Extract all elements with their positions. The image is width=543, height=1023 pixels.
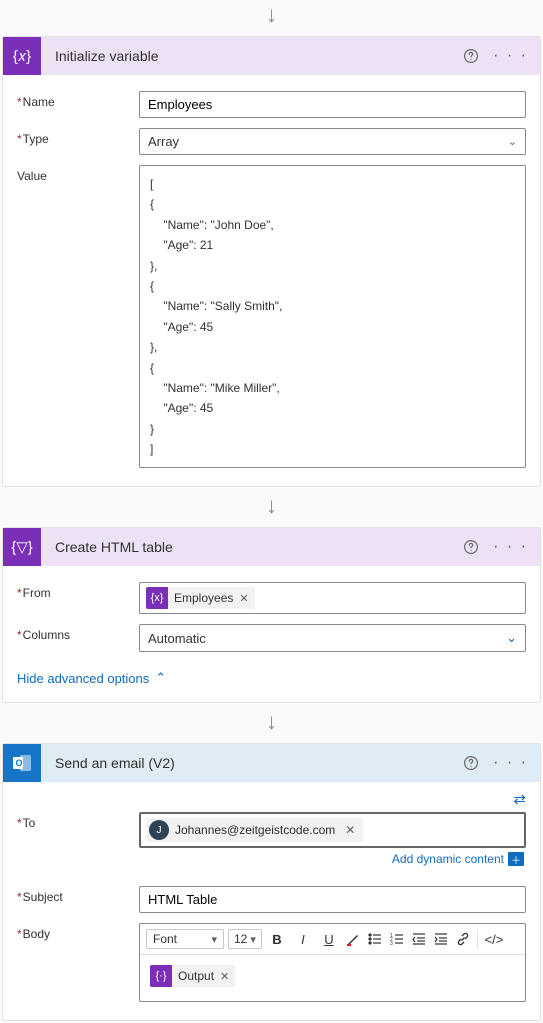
hide-advanced-link[interactable]: Hide advanced options ⌃ [3, 660, 540, 702]
help-icon[interactable] [463, 539, 479, 555]
body-output-token[interactable]: {·} Output ✕ [150, 965, 235, 987]
italic-icon[interactable]: I [292, 928, 314, 950]
from-input[interactable]: {x} Employees ✕ [139, 582, 526, 614]
number-list-icon[interactable]: 123 [388, 928, 406, 950]
value-label: Value [17, 165, 139, 183]
card-title: Initialize variable [41, 48, 463, 64]
bullet-list-icon[interactable] [366, 928, 384, 950]
dynamic-content-badge-icon: ＋ [508, 852, 524, 866]
token-remove-icon[interactable]: ✕ [239, 592, 248, 605]
create-html-table-header[interactable]: {▽} Create HTML table · · · [3, 528, 540, 566]
create-html-table-card: {▽} Create HTML table · · · *From {x} Em… [2, 527, 541, 703]
outlook-icon: O [3, 744, 41, 782]
svg-text:3: 3 [390, 941, 393, 946]
avatar-icon: J [149, 820, 169, 840]
flow-arrow-icon: ↓ [266, 709, 277, 735]
body-label: *Body [17, 923, 139, 941]
from-label: *From [17, 582, 139, 600]
underline-icon[interactable]: U [318, 928, 340, 950]
token-remove-icon[interactable]: ✕ [345, 823, 355, 837]
font-select[interactable]: Font▾ [146, 929, 224, 949]
flow-arrow-icon: ↓ [266, 493, 277, 519]
help-icon[interactable] [463, 755, 479, 771]
body-editor: Font▾ 12▾ B I U 123 [139, 923, 526, 1002]
table-icon: {▽} [3, 528, 41, 566]
token-remove-icon[interactable]: ✕ [220, 970, 229, 983]
card-menu-icon[interactable]: · · · [493, 47, 528, 65]
type-select[interactable]: Array ⌄ [139, 128, 526, 155]
code-view-icon[interactable]: </> [483, 928, 505, 950]
name-label: *Name [17, 91, 139, 109]
subject-input[interactable] [139, 886, 526, 913]
chevron-down-icon: ⌄ [506, 630, 517, 646]
color-icon[interactable] [344, 928, 362, 950]
output-token-icon: {·} [150, 965, 172, 987]
card-menu-icon[interactable]: · · · [493, 538, 528, 556]
variable-icon: {𝑥} [3, 37, 41, 75]
from-token[interactable]: {x} Employees ✕ [146, 587, 255, 609]
subject-label: *Subject [17, 886, 139, 904]
send-email-header[interactable]: O Send an email (V2) · · · [3, 744, 540, 782]
initialize-variable-card: {𝑥} Initialize variable · · · *Name *Typ… [2, 36, 541, 487]
card-title: Send an email (V2) [41, 755, 463, 771]
swap-mode-icon[interactable]: ⇄ [513, 790, 526, 808]
to-input[interactable]: J Johannes@zeitgeistcode.com ✕ [139, 812, 526, 848]
to-label: *To [17, 812, 139, 830]
outdent-icon[interactable] [410, 928, 428, 950]
card-menu-icon[interactable]: · · · [493, 754, 528, 772]
indent-icon[interactable] [432, 928, 450, 950]
variable-token-icon: {x} [146, 587, 168, 609]
columns-select[interactable]: Automatic ⌄ [139, 624, 526, 652]
bold-icon[interactable]: B [266, 928, 288, 950]
add-dynamic-content-link[interactable]: Add dynamic content ＋ [392, 852, 524, 866]
link-icon[interactable] [454, 928, 472, 950]
send-email-card: O Send an email (V2) · · · ⇄ *To J Johan… [2, 743, 541, 1021]
flow-arrow-in: ↓ [266, 2, 277, 28]
type-label: *Type [17, 128, 139, 146]
editor-toolbar: Font▾ 12▾ B I U 123 [140, 924, 525, 955]
name-input[interactable] [139, 91, 526, 118]
chevron-up-icon: ⌃ [155, 670, 166, 686]
initialize-variable-header[interactable]: {𝑥} Initialize variable · · · [3, 37, 540, 75]
svg-text:O: O [16, 758, 23, 768]
help-icon[interactable] [463, 48, 479, 64]
body-content-area[interactable]: {·} Output ✕ [140, 955, 525, 1001]
columns-label: *Columns [17, 624, 139, 642]
chevron-down-icon: ⌄ [508, 135, 517, 148]
value-textarea[interactable]: [ { "Name": "John Doe", "Age": 21 }, { "… [139, 165, 526, 468]
to-contact-token[interactable]: J Johannes@zeitgeistcode.com ✕ [147, 818, 363, 842]
fontsize-select[interactable]: 12▾ [228, 929, 262, 949]
card-title: Create HTML table [41, 539, 463, 555]
